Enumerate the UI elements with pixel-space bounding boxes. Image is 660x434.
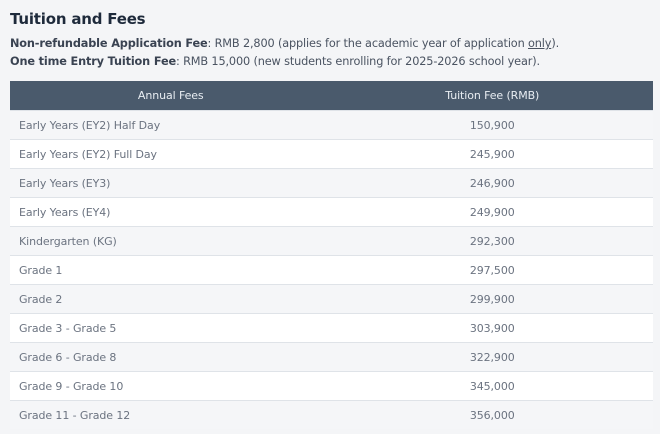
grade-name: Early Years (EY2) Half Day	[10, 110, 332, 140]
fee-notes: Non-refundable Application Fee: RMB 2,80…	[10, 35, 653, 75]
tuition-fee: 249,900	[331, 197, 653, 227]
grade-name: Grade 6 - Grade 8	[10, 342, 332, 372]
tuition-fee: 303,900	[331, 313, 653, 343]
tuition-fee: 345,000	[331, 371, 653, 401]
table-row: Grade 9 - Grade 10 345,000	[10, 371, 653, 401]
application-fee-emphasis: only	[528, 37, 552, 50]
grade-name: Early Years (EY3)	[10, 168, 332, 198]
application-fee-text-end: ).	[551, 37, 560, 50]
fees-table: Annual Fees Tuition Fee (RMB) Early Year…	[10, 81, 653, 429]
tuition-fee: 299,900	[331, 284, 653, 314]
application-fee-text: : RMB 2,800 (applies for the academic ye…	[207, 37, 529, 50]
table-row: Grade 6 - Grade 8 322,900	[10, 342, 653, 372]
tuition-fee: 245,900	[331, 139, 653, 169]
grade-name: Grade 2	[10, 284, 332, 314]
tuition-fee: 297,500	[331, 255, 653, 285]
tuition-fee: 292,300	[331, 226, 653, 256]
entry-fee-note: One time Entry Tuition Fee: RMB 15,000 (…	[10, 53, 653, 71]
entry-fee-label: One time Entry Tuition Fee	[10, 55, 176, 68]
tuition-section: Tuition and Fees Non-refundable Applicat…	[0, 0, 660, 434]
grade-name: Grade 1	[10, 255, 332, 285]
tuition-fee: 150,900	[331, 110, 653, 140]
table-row: Grade 3 - Grade 5 303,900	[10, 313, 653, 343]
table-row: Grade 2 299,900	[10, 284, 653, 314]
column-header-tuition-fee: Tuition Fee (RMB)	[331, 81, 653, 111]
grade-name: Grade 11 - Grade 12	[10, 400, 332, 429]
table-row: Kindergarten (KG) 292,300	[10, 226, 653, 256]
application-fee-note: Non-refundable Application Fee: RMB 2,80…	[10, 35, 653, 53]
tuition-fee: 322,900	[331, 342, 653, 372]
table-row: Early Years (EY3) 246,900	[10, 168, 653, 198]
grade-name: Grade 3 - Grade 5	[10, 313, 332, 343]
table-row: Early Years (EY2) Full Day 245,900	[10, 139, 653, 169]
grade-name: Early Years (EY2) Full Day	[10, 139, 332, 169]
table-row: Grade 11 - Grade 12 356,000	[10, 400, 653, 429]
grade-name: Kindergarten (KG)	[10, 226, 332, 256]
tuition-fee: 356,000	[331, 400, 653, 429]
grade-name: Early Years (EY4)	[10, 197, 332, 227]
table-header-row: Annual Fees Tuition Fee (RMB)	[10, 81, 653, 111]
table-row: Grade 1 297,500	[10, 255, 653, 285]
section-title: Tuition and Fees	[10, 10, 146, 28]
entry-fee-text: : RMB 15,000 (new students enrolling for…	[175, 55, 540, 68]
table-row: Early Years (EY4) 249,900	[10, 197, 653, 227]
application-fee-label: Non-refundable Application Fee	[10, 37, 208, 50]
grade-name: Grade 9 - Grade 10	[10, 371, 332, 401]
column-header-annual-fees: Annual Fees	[10, 81, 332, 111]
table-row: Early Years (EY2) Half Day 150,900	[10, 110, 653, 140]
tuition-fee: 246,900	[331, 168, 653, 198]
